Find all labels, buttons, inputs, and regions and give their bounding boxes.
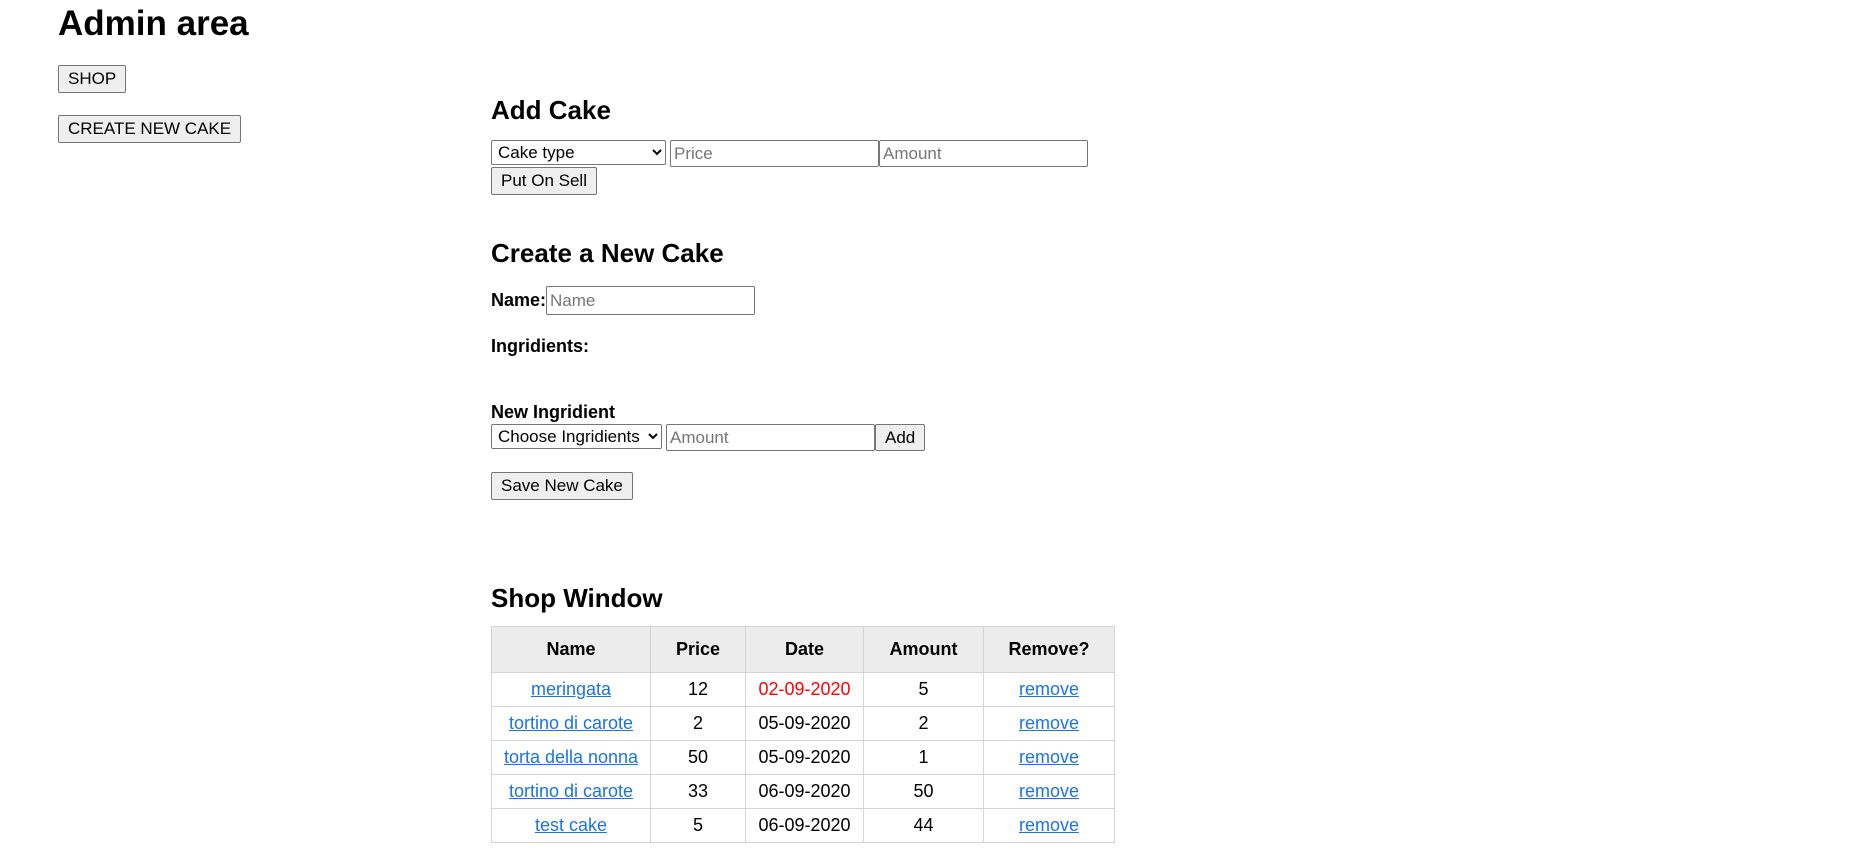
cake-name-input[interactable] [546, 286, 755, 315]
cell-name: test cake [491, 808, 651, 843]
cell-remove: remove [983, 808, 1115, 843]
cake-amount-input[interactable] [879, 140, 1088, 167]
cell-name: tortino di carote [491, 706, 651, 741]
cake-type-select[interactable]: Cake type [491, 140, 666, 165]
cell-remove: remove [983, 706, 1115, 741]
add-ingredient-button[interactable]: Add [875, 424, 926, 451]
column-header-name: Name [491, 626, 651, 673]
cell-price: 33 [650, 774, 746, 809]
table-header-row: Name Price Date Amount Remove? [491, 626, 1115, 673]
table-row: tortino di carote 33 06-09-2020 50 remov… [491, 774, 1115, 809]
ingredient-amount-input[interactable] [666, 424, 875, 451]
create-new-cake-button[interactable]: CREATE NEW CAKE [58, 115, 242, 143]
cake-name-link[interactable]: meringata [531, 679, 611, 699]
cell-amount: 1 [863, 740, 984, 775]
column-header-remove: Remove? [983, 626, 1115, 673]
cell-name: torta della nonna [491, 740, 651, 775]
table-row: test cake 5 06-09-2020 44 remove [491, 808, 1115, 843]
column-header-date: Date [745, 626, 864, 673]
cell-amount: 2 [863, 706, 984, 741]
column-header-amount: Amount [863, 626, 984, 673]
remove-link[interactable]: remove [1019, 815, 1079, 835]
page-title: Admin area [58, 4, 249, 43]
cell-date: 06-09-2020 [745, 774, 864, 809]
table-row: torta della nonna 50 05-09-2020 1 remove [491, 740, 1115, 775]
cell-date: 05-09-2020 [745, 740, 864, 775]
table-row: meringata 12 02-09-2020 5 remove [491, 672, 1115, 707]
ingredient-select[interactable]: Choose Ingridients [491, 424, 662, 449]
remove-link[interactable]: remove [1019, 713, 1079, 733]
remove-link[interactable]: remove [1019, 679, 1079, 699]
cell-amount: 5 [863, 672, 984, 707]
price-input[interactable] [670, 140, 879, 167]
admin-page: Admin area SHOP CREATE NEW CAKE Add Cake… [0, 0, 1869, 863]
cell-amount: 44 [863, 808, 984, 843]
cell-date: 05-09-2020 [745, 706, 864, 741]
cell-date-expired: 02-09-2020 [745, 672, 864, 707]
shop-window-table: Name Price Date Amount Remove? meringata… [491, 626, 1115, 843]
cell-name: meringata [491, 672, 651, 707]
cake-name-link[interactable]: torta della nonna [504, 747, 638, 767]
table-row: tortino di carote 2 05-09-2020 2 remove [491, 706, 1115, 741]
cell-remove: remove [983, 672, 1115, 707]
remove-link[interactable]: remove [1019, 781, 1079, 801]
cell-remove: remove [983, 774, 1115, 809]
cell-amount: 50 [863, 774, 984, 809]
add-cake-heading: Add Cake [491, 95, 611, 125]
cell-price: 2 [650, 706, 746, 741]
cake-name-link[interactable]: test cake [535, 815, 607, 835]
create-cake-heading: Create a New Cake [491, 238, 724, 268]
cell-remove: remove [983, 740, 1115, 775]
cell-price: 5 [650, 808, 746, 843]
save-new-cake-button[interactable]: Save New Cake [491, 472, 633, 500]
cell-date: 06-09-2020 [745, 808, 864, 843]
put-on-sell-button[interactable]: Put On Sell [491, 167, 597, 195]
cake-name-link[interactable]: tortino di carote [509, 713, 633, 733]
shop-button[interactable]: SHOP [58, 65, 127, 93]
remove-link[interactable]: remove [1019, 747, 1079, 767]
cell-price: 50 [650, 740, 746, 775]
column-header-price: Price [650, 626, 746, 673]
ingredients-label: Ingridients: [491, 336, 589, 356]
cell-name: tortino di carote [491, 774, 651, 809]
cake-name-link[interactable]: tortino di carote [509, 781, 633, 801]
shop-window-heading: Shop Window [491, 583, 663, 613]
new-ingredient-label: New Ingridient [491, 402, 616, 422]
name-label: Name: [491, 290, 547, 310]
cell-price: 12 [650, 672, 746, 707]
